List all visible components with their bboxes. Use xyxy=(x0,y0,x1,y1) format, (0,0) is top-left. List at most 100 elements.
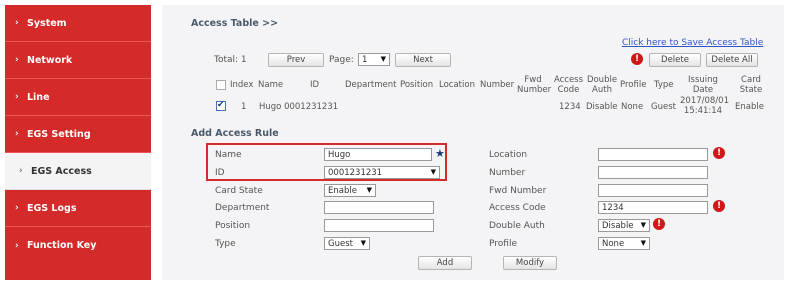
next-button[interactable]: Next xyxy=(395,53,451,67)
access-code-label: Access Code xyxy=(489,203,546,213)
sidebar-item-egs-setting[interactable]: › EGS Setting xyxy=(5,116,151,153)
sidebar-item-line[interactable]: › Line xyxy=(5,79,151,116)
fwd-number-input[interactable] xyxy=(598,184,708,197)
position-label: Position xyxy=(215,221,251,231)
double-auth-label: Double Auth xyxy=(489,221,545,231)
prev-button[interactable]: Prev xyxy=(268,53,324,67)
access-code-input[interactable]: 1234 xyxy=(598,201,708,214)
col-department: Department xyxy=(345,80,397,90)
number-label: Number xyxy=(489,168,526,178)
col-index: Index xyxy=(230,80,254,90)
dropdown-arrow-icon: ▼ xyxy=(430,168,436,176)
type-label: Type xyxy=(215,239,236,249)
warning-icon: ! xyxy=(713,200,725,212)
col-access-code-line1: Access xyxy=(553,75,584,85)
col-access-code-line2: Code xyxy=(557,85,580,95)
modify-button[interactable]: Modify xyxy=(503,256,557,270)
id-select[interactable]: 0001231231 ▼ xyxy=(324,166,440,179)
star-icon: ★ xyxy=(435,147,445,160)
col-name: Name xyxy=(258,80,284,90)
col-fwd-number-line1: Fwd xyxy=(524,75,542,85)
fwd-number-label: Fwd Number xyxy=(489,186,547,196)
sidebar-item-label: Network xyxy=(27,54,73,66)
sidebar-item-system[interactable]: › System xyxy=(5,5,151,42)
chevron-right-icon: › xyxy=(15,203,19,213)
location-label: Location xyxy=(489,150,528,160)
save-access-table-link[interactable]: Click here to Save Access Table xyxy=(622,38,763,48)
chevron-right-icon: › xyxy=(15,240,19,251)
dropdown-arrow-icon: ▼ xyxy=(360,239,366,247)
row-checkbox[interactable] xyxy=(216,100,226,111)
col-location: Location xyxy=(439,80,475,90)
col-issuing-date: Issuing Date xyxy=(680,75,726,95)
double-auth-select[interactable]: Disable ▼ xyxy=(598,219,650,232)
id-label: ID xyxy=(215,168,225,178)
row-access-code: 1234 xyxy=(559,102,581,112)
row-issuing-date-line2: 15:41:14 xyxy=(683,106,723,116)
col-issuing-date-line1: Issuing xyxy=(688,75,718,85)
sidebar: › System › Network › Line › EGS Setting … xyxy=(5,5,151,280)
page-label: Page: xyxy=(329,55,354,65)
col-issuing-date-line2: Date xyxy=(692,85,714,95)
position-input[interactable] xyxy=(324,219,434,232)
double-auth-select-value: Disable xyxy=(602,220,634,231)
delete-button[interactable]: Delete xyxy=(649,53,701,67)
card-state-select-value: Enable xyxy=(328,185,357,196)
sidebar-item-label: EGS Logs xyxy=(27,202,77,214)
row-issuing-date-line1: 2017/08/01 xyxy=(680,96,729,106)
id-select-value: 0001231231 xyxy=(328,167,383,178)
chevron-right-icon: › xyxy=(15,129,19,139)
sidebar-item-network[interactable]: › Network xyxy=(5,42,151,79)
add-access-rule-title: Add Access Rule xyxy=(191,128,279,139)
dropdown-arrow-icon: ▼ xyxy=(640,221,646,229)
col-double-auth-line2: Auth xyxy=(592,85,612,95)
total-count: Total: 1 xyxy=(214,55,247,65)
col-id: ID xyxy=(310,80,320,90)
col-position: Position xyxy=(400,80,434,90)
col-double-auth-line1: Double xyxy=(586,75,618,85)
col-fwd-number: Fwd Number xyxy=(517,75,552,95)
col-card-state: Card State xyxy=(734,75,768,95)
profile-label: Profile xyxy=(489,239,517,249)
profile-select-value: None xyxy=(602,238,625,249)
sidebar-item-label: EGS Access xyxy=(31,165,92,177)
sidebar-item-label: System xyxy=(27,17,67,29)
sidebar-item-function-key[interactable]: › Function Key xyxy=(5,227,151,264)
dropdown-arrow-icon: ▼ xyxy=(640,239,646,247)
page-select[interactable]: 1 ▼ xyxy=(358,53,390,66)
type-select-value: Guest xyxy=(328,238,353,249)
row-double-auth: Disable xyxy=(586,102,618,112)
warning-icon: ! xyxy=(631,53,643,65)
sidebar-item-egs-logs[interactable]: › EGS Logs xyxy=(5,190,151,227)
card-state-select[interactable]: Enable ▼ xyxy=(324,184,376,197)
chevron-right-icon: › xyxy=(19,166,23,176)
delete-all-button[interactable]: Delete All xyxy=(706,53,758,67)
card-state-label: Card State xyxy=(215,186,263,196)
row-card-state: Enable xyxy=(735,102,764,112)
row-name-id: Hugo 0001231231 xyxy=(259,102,339,112)
row-type: Guest xyxy=(651,102,676,112)
department-input[interactable] xyxy=(324,201,434,214)
sidebar-item-label: EGS Setting xyxy=(27,128,91,140)
col-fwd-number-line2: Number xyxy=(517,85,552,95)
col-card-state-line1: Card xyxy=(741,75,761,85)
row-index: 1 xyxy=(241,102,247,112)
col-access-code: Access Code xyxy=(553,75,584,95)
col-number: Number xyxy=(480,80,515,90)
sidebar-item-label: Line xyxy=(27,91,50,103)
name-input[interactable]: Hugo xyxy=(324,148,432,161)
page-select-value: 1 xyxy=(362,54,368,65)
add-button[interactable]: Add xyxy=(418,256,472,270)
col-type: Type xyxy=(654,80,674,90)
sidebar-item-egs-access[interactable]: › EGS Access xyxy=(5,153,151,190)
chevron-right-icon: › xyxy=(15,55,19,65)
select-all-checkbox[interactable] xyxy=(216,80,226,90)
location-input[interactable] xyxy=(598,148,708,161)
chevron-right-icon: › xyxy=(15,18,19,28)
number-input[interactable] xyxy=(598,166,708,179)
sidebar-item-label: Function Key xyxy=(27,240,97,251)
type-select[interactable]: Guest ▼ xyxy=(324,237,370,250)
warning-icon: ! xyxy=(653,218,665,230)
profile-select[interactable]: None ▼ xyxy=(598,237,650,250)
row-issuing-date: 2017/08/01 15:41:14 xyxy=(680,96,729,116)
